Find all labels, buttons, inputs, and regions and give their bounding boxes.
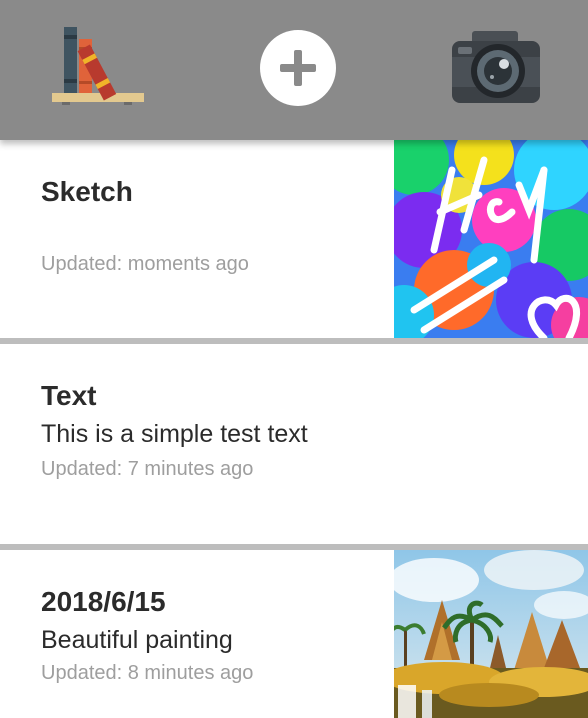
note-body: This is a simple test text — [41, 420, 308, 448]
note-card[interactable]: Text This is a simple test text Updated:… — [0, 344, 588, 544]
note-body: Beautiful painting — [41, 626, 233, 654]
note-title: Text — [41, 380, 97, 411]
camera-button[interactable] — [448, 25, 544, 115]
note-title: 2018/6/15 — [41, 586, 166, 617]
note-card[interactable]: 2018/6/15 Beautiful painting Updated: 8 … — [0, 550, 588, 718]
note-title: Sketch — [41, 176, 133, 207]
plus-circle-icon — [258, 28, 338, 113]
note-thumbnail-sketch — [394, 140, 588, 338]
note-updated-time: Updated: moments ago — [41, 253, 249, 275]
note-thumbnail-painting — [394, 550, 588, 718]
notes-list: Sketch Updated: moments ago Text This is… — [0, 140, 588, 718]
add-note-button[interactable] — [250, 25, 346, 115]
bookshelf-icon — [50, 23, 146, 118]
note-updated-time: Updated: 8 minutes ago — [41, 662, 254, 684]
camera-icon — [448, 23, 544, 118]
note-card[interactable]: Sketch Updated: moments ago — [0, 140, 588, 338]
note-updated-time: Updated: 7 minutes ago — [41, 458, 254, 480]
top-toolbar — [0, 0, 588, 140]
library-button[interactable] — [50, 25, 146, 115]
